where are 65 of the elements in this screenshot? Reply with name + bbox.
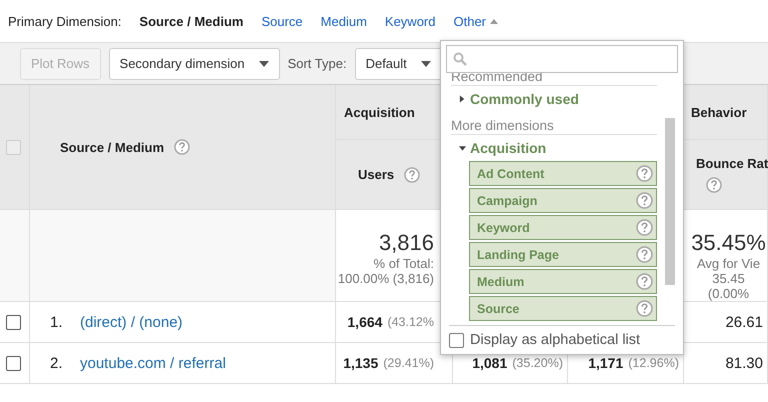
traffic-source-link[interactable]: (direct) / (none) [80,314,183,330]
metric-value: 1,171 [588,355,624,371]
dimension-option[interactable]: Medium [469,269,657,294]
metric-value: 1,081 [472,355,508,371]
dimension-link[interactable]: Keyword [384,14,436,28]
metric-value: 26.61 [725,314,763,330]
help-icon[interactable] [636,246,653,263]
metric-value: 1,664 [347,314,382,330]
row-number: 1. [50,314,64,330]
dimension-link[interactable]: Source [261,14,303,28]
help-icon[interactable] [174,139,190,155]
section-heading: More dimensions [451,116,657,135]
category-toggle[interactable]: Acquisition [451,135,657,161]
group-header: Acquisition [344,104,415,120]
triangle-down-icon [459,144,466,152]
dimension-option[interactable]: Keyword [469,215,657,240]
help-icon[interactable] [636,219,653,236]
secondary-dimension-dropdown[interactable]: Secondary dimension [108,48,280,80]
total-value: 35.45% [691,230,766,256]
search-icon [453,52,467,66]
category-toggle[interactable]: Commonly used [451,86,657,112]
metric-share: (35.20%) [512,356,563,370]
total-caption: % of Total: [374,256,434,271]
traffic-source-link[interactable]: youtube.com / referral [80,354,226,372]
dimension-option[interactable]: Campaign [469,188,657,213]
total-caption: 35.45 [712,271,745,286]
sort-type-label: Sort Type: [288,56,347,71]
dimension-option[interactable]: Source [469,296,657,321]
alphabetical-checkbox[interactable] [449,332,464,348]
dimension-link[interactable]: Medium [320,14,367,28]
metric-share: (12.96%) [628,356,679,370]
row-number: 2. [50,354,64,372]
help-icon[interactable] [636,165,653,182]
dimension-link[interactable]: Other [453,14,498,28]
dropdown-arrow-icon [258,60,269,66]
total-caption: 100.00% (3,816) [338,271,434,286]
caret-icon [490,18,498,24]
help-icon[interactable] [706,177,722,193]
total-caption: (0.00% [708,286,750,301]
search-field[interactable] [446,45,678,73]
triangle-right-icon [459,95,466,103]
dropdown-arrow-icon [420,60,431,66]
help-icon[interactable] [404,166,420,182]
sort-type-dropdown[interactable]: Default [354,48,442,80]
metric-share: (43.12% [387,315,434,329]
row-checkbox[interactable] [6,314,21,330]
dimension-option[interactable]: Ad Content [469,161,657,186]
metric-share: (29.41%) [383,356,434,370]
column-header[interactable]: Bounce Rat [696,156,768,171]
column-header[interactable]: Users [358,167,394,182]
dimension-link[interactable]: Source / Medium [139,14,244,28]
help-icon[interactable] [636,192,653,209]
column-header[interactable]: Source / Medium [60,140,164,154]
help-icon[interactable] [636,300,653,317]
checkbox-label: Display as alphabetical list [470,332,640,348]
total-caption: Avg for Vie [696,256,760,271]
row-checkbox[interactable] [6,356,21,370]
dimension-option[interactable]: Landing Page [469,242,657,267]
total-value: 3,816 [378,230,434,256]
help-icon[interactable] [636,273,653,290]
metric-value: 1,135 [343,355,378,371]
scrollbar[interactable] [665,118,675,285]
primary-dimension-label: Primary Dimension: [8,14,122,28]
group-header: Behavior [691,104,747,120]
metric-value: 81.30 [725,354,763,372]
